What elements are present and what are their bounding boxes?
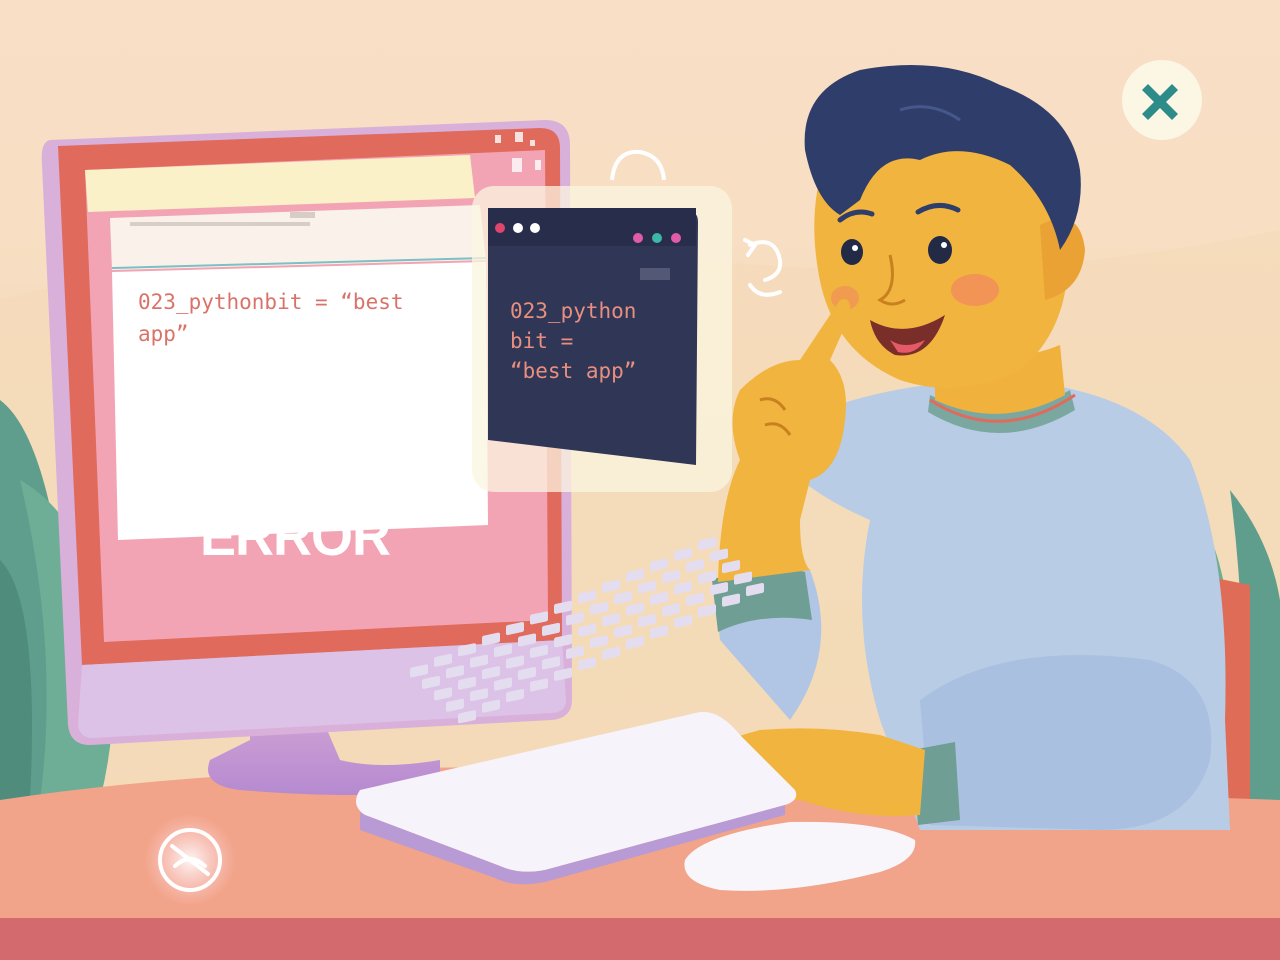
main-screen-code: 023_pythonbit = “best app”	[138, 290, 404, 346]
window-dot-pink	[633, 233, 643, 243]
no-signal-icon	[144, 814, 236, 906]
window-dot-white	[513, 223, 523, 233]
window-dot-pink-2	[671, 233, 681, 243]
illustration-scene: 023_pythonbit = “best app” ERROR 023_pyt…	[0, 0, 1280, 960]
desk-edge	[0, 918, 1280, 960]
floating-window-code: 023_python bit = “best app”	[510, 299, 637, 383]
scene-artwork	[0, 0, 1280, 960]
error-label: ERROR	[199, 504, 391, 568]
close-x-icon	[1122, 60, 1202, 140]
window-dot-red	[495, 223, 505, 233]
window-dot-teal	[652, 233, 662, 243]
window-dot-white-2	[530, 223, 540, 233]
